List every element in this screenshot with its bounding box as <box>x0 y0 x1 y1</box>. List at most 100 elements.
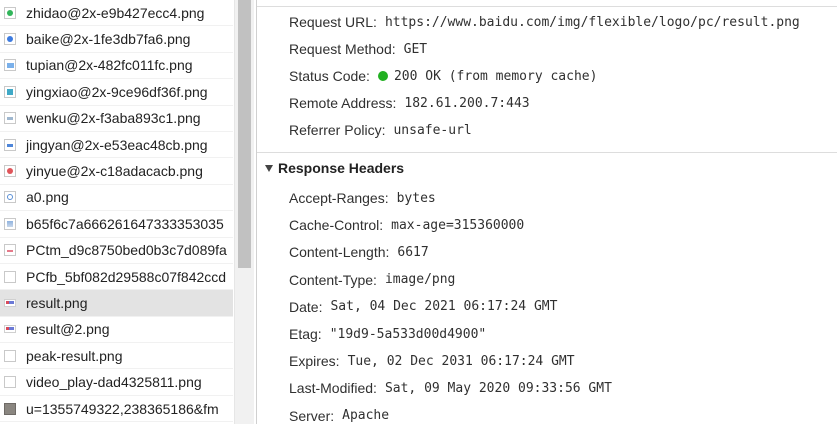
response-header-row: Server: Apache <box>289 406 389 424</box>
header-value: max-age=315360000 <box>391 217 525 233</box>
request-method-value: GET <box>403 41 428 57</box>
request-row[interactable]: wenku@2x-f3aba893c1.png <box>0 106 233 132</box>
request-row[interactable]: zhidao@2x-e9b427ecc4.png <box>0 0 233 27</box>
request-row[interactable]: yinyue@2x-c18adacacb.png <box>0 158 233 185</box>
request-row[interactable]: video_play-dad4325811.png <box>0 369 233 396</box>
request-row[interactable]: peak-result.png <box>0 343 233 370</box>
request-name: wenku@2x-f3aba893c1.png <box>26 110 201 127</box>
request-name: peak-result.png <box>26 347 123 364</box>
blue-dot-icon <box>4 33 16 46</box>
scrollbar-thumb[interactable] <box>238 0 251 268</box>
request-url-row: Request URL: https://www.baidu.com/img/f… <box>289 12 800 32</box>
status-ok-icon <box>377 71 388 81</box>
status-code-value: 200 OK (from memory cache) <box>393 68 598 84</box>
request-name: u=1355749322,238365186&fm <box>26 400 219 417</box>
header-key: Content-Length: <box>289 244 390 261</box>
request-row[interactable]: PCtm_d9c8750bed0b3c7d089fa <box>0 238 233 264</box>
request-row[interactable]: baike@2x-1fe3db7fa6.png <box>0 26 233 53</box>
response-header-row: Last-Modified: Sat, 09 May 2020 09:33:56 … <box>289 378 612 398</box>
remote-address-row: Remote Address: 182.61.200.7:443 <box>289 93 530 113</box>
request-method-row: Request Method: GET <box>289 39 427 59</box>
request-name: PCfb_5bf082d29588c07f842ccd <box>26 268 227 285</box>
request-name: zhidao@2x-e9b427ecc4.png <box>26 4 205 21</box>
thumbnail-icon <box>4 298 16 307</box>
blank-file-icon <box>4 270 16 283</box>
request-list-scrollbar[interactable] <box>234 0 254 424</box>
response-header-row: Content-Type: image/png <box>289 270 455 290</box>
request-name: b65f6c7a666261647333353035 <box>26 215 224 232</box>
green-dot-icon <box>4 6 16 19</box>
response-header-row: Expires: Tue, 02 Dec 2031 06:17:24 GMT <box>289 351 575 371</box>
status-code-label: Status Code: <box>289 68 370 84</box>
request-name: yinyue@2x-c18adacacb.png <box>26 163 203 180</box>
request-name: tupian@2x-482fc011fc.png <box>26 57 193 74</box>
request-name: jingyan@2x-e53eac48cb.png <box>26 136 208 153</box>
pink-bar-icon <box>4 244 16 257</box>
header-value: Tue, 02 Dec 2031 06:17:24 GMT <box>347 353 575 369</box>
request-list: zhidao@2x-e9b427ecc4.png baike@2x-1fe3db7… <box>0 0 233 424</box>
header-value: image/png <box>384 272 456 288</box>
document-icon <box>4 112 16 125</box>
remote-address-label: Remote Address: <box>289 95 397 111</box>
request-row[interactable]: PCfb_5bf082d29588c07f842ccd <box>0 264 233 291</box>
response-header-row: Etag: "19d9-5a533d00d4900" <box>289 324 486 344</box>
request-name: PCtm_d9c8750bed0b3c7d089fa <box>26 242 227 259</box>
response-header-row: Content-Length: 6617 <box>289 242 429 262</box>
header-key: Last-Modified: <box>289 380 377 397</box>
header-key: Date: <box>289 298 323 315</box>
request-row[interactable]: yingxiao@2x-9ce96df36f.png <box>0 79 233 106</box>
request-row[interactable]: u=1355749322,238365186&fm <box>0 396 233 423</box>
request-row[interactable]: b65f6c7a666261647333353035 <box>0 211 233 238</box>
header-value: Sat, 04 Dec 2021 06:17:24 GMT <box>330 299 558 315</box>
image-icon <box>4 217 16 230</box>
request-name: result.png <box>26 294 88 311</box>
header-key: Server: <box>289 407 335 424</box>
image-icon <box>4 59 16 72</box>
request-name: a0.png <box>26 189 69 206</box>
caret-down-icon <box>265 164 273 172</box>
header-value: bytes <box>396 190 436 206</box>
response-header-row: Accept-Ranges: bytes <box>289 188 436 208</box>
request-method-label: Request Method: <box>289 41 396 57</box>
photo-icon <box>4 402 16 415</box>
red-dot-icon <box>4 165 16 178</box>
request-row[interactable]: tupian@2x-482fc011fc.png <box>0 53 233 80</box>
status-code-row: Status Code: 200 OK (from memory cache) <box>289 66 597 86</box>
panel-top-divider <box>257 0 837 7</box>
teal-square-icon <box>4 85 16 98</box>
response-headers-title: Response Headers <box>278 160 405 176</box>
headers-panel: Request URL: https://www.baidu.com/img/f… <box>256 0 837 424</box>
request-name: yingxiao@2x-9ce96df36f.png <box>26 83 208 100</box>
header-value: Sat, 09 May 2020 09:33:56 GMT <box>384 380 612 396</box>
referrer-policy-row: Referrer Policy: unsafe-url <box>289 120 472 140</box>
request-name: video_play-dad4325811.png <box>26 374 202 391</box>
header-key: Expires: <box>289 353 340 370</box>
blank-file-icon <box>4 349 16 362</box>
blank-file-icon <box>4 376 16 389</box>
request-row[interactable]: result.png <box>0 290 233 317</box>
response-header-row: Date: Sat, 04 Dec 2021 06:17:24 GMT <box>289 297 557 317</box>
response-headers-toggle[interactable]: Response Headers <box>265 158 404 178</box>
header-key: Content-Type: <box>289 271 377 288</box>
request-url-label: Request URL: <box>289 14 377 30</box>
blue-bar-icon <box>4 138 16 151</box>
request-row[interactable]: a0.png <box>0 185 233 212</box>
ring-icon <box>4 191 16 204</box>
referrer-policy-value: unsafe-url <box>393 122 472 138</box>
request-row[interactable]: jingyan@2x-e53eac48cb.png <box>0 132 233 159</box>
header-key: Accept-Ranges: <box>289 190 389 206</box>
header-key: Etag: <box>289 326 322 342</box>
request-name: result@2.png <box>26 321 110 338</box>
response-header-row: Cache-Control: max-age=315360000 <box>289 215 524 235</box>
request-url-value: https://www.baidu.com/img/flexible/logo/… <box>384 14 800 30</box>
section-divider <box>257 152 837 153</box>
request-row[interactable]: result@2.png <box>0 317 233 344</box>
thumbnail-icon <box>4 325 16 334</box>
header-value: "19d9-5a533d00d4900" <box>329 326 487 342</box>
request-name: baike@2x-1fe3db7fa6.png <box>26 31 191 48</box>
referrer-policy-label: Referrer Policy: <box>289 122 386 138</box>
header-value: 6617 <box>397 244 429 260</box>
header-key: Cache-Control: <box>289 217 384 234</box>
remote-address-value: 182.61.200.7:443 <box>404 95 530 111</box>
header-value: Apache <box>342 408 390 424</box>
